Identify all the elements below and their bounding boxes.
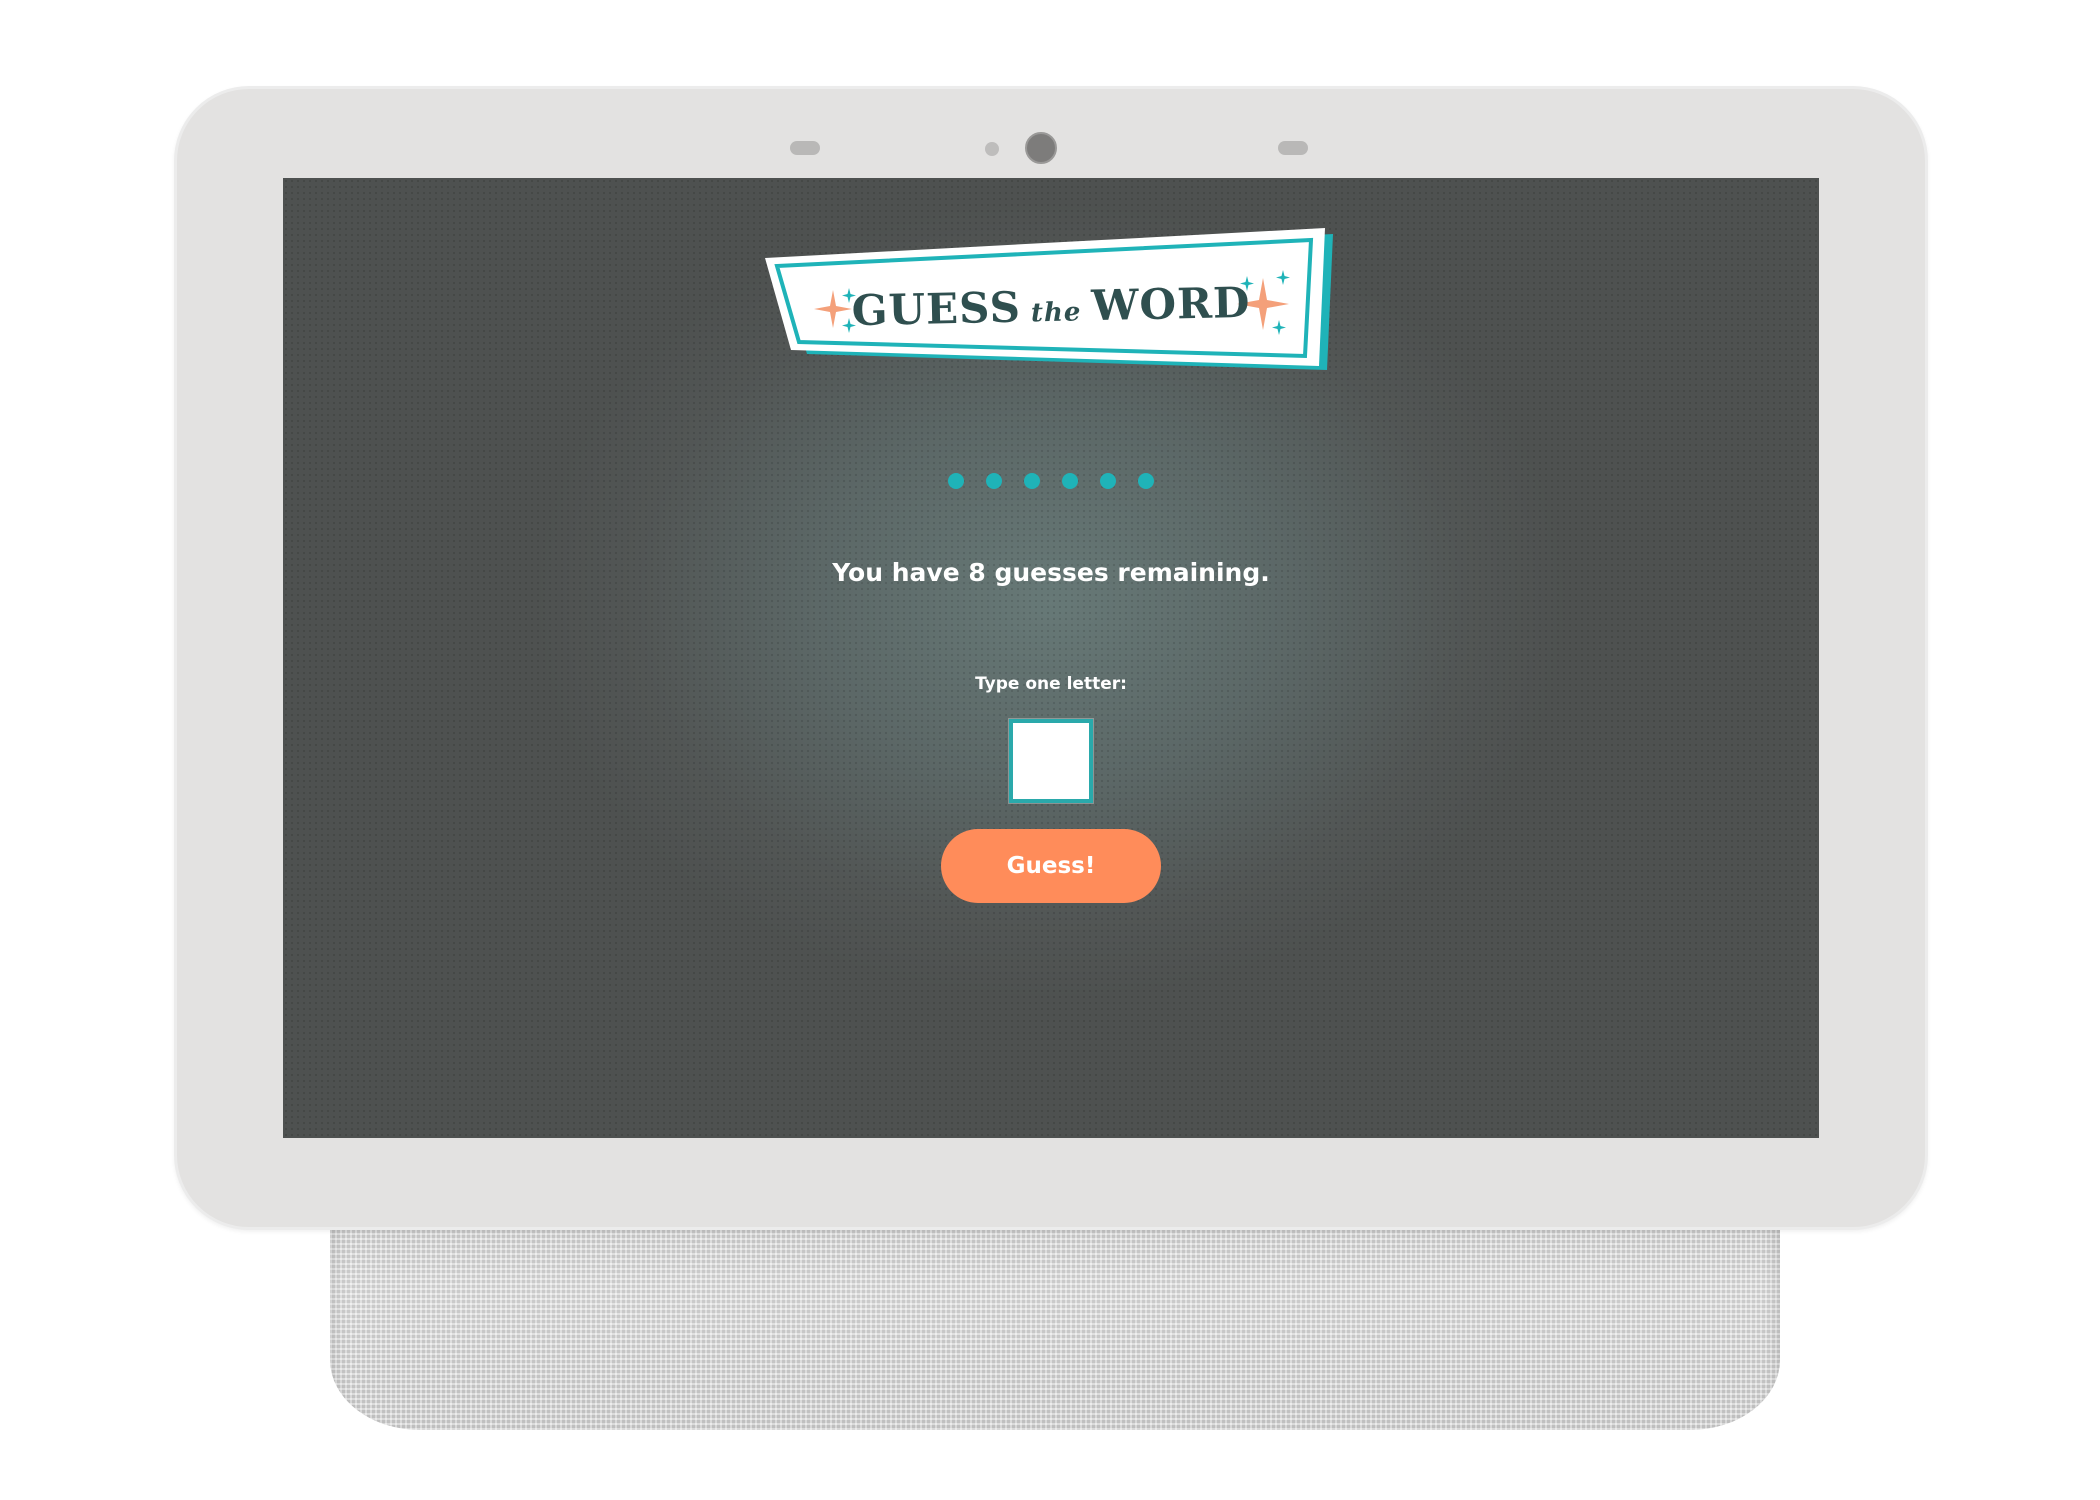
- letter-input[interactable]: [1009, 719, 1093, 803]
- microphone-dot: [985, 142, 999, 156]
- letter-slot: [1100, 473, 1116, 489]
- game-logo: GUESS the WORD: [759, 228, 1343, 380]
- light-sensor: [790, 141, 820, 155]
- logo-word-guess: GUESS: [851, 282, 1022, 336]
- letter-slot: [1062, 473, 1078, 489]
- light-sensor: [1278, 141, 1308, 155]
- guesses-remaining-text: You have 8 guesses remaining.: [832, 558, 1270, 587]
- hidden-word-slots: [283, 473, 1819, 489]
- game-screen: GUESS the WORD You have 8 guesses remainin…: [283, 178, 1819, 1138]
- camera-icon: [1025, 132, 1057, 164]
- guess-button[interactable]: Guess!: [941, 829, 1161, 903]
- letter-slot: [1024, 473, 1040, 489]
- letter-slot: [1138, 473, 1154, 489]
- input-label: Type one letter:: [975, 674, 1127, 694]
- letter-slot: [948, 473, 964, 489]
- logo-word-word: WORD: [1090, 277, 1251, 331]
- logo-word-the: the: [1030, 297, 1082, 329]
- letter-slot: [986, 473, 1002, 489]
